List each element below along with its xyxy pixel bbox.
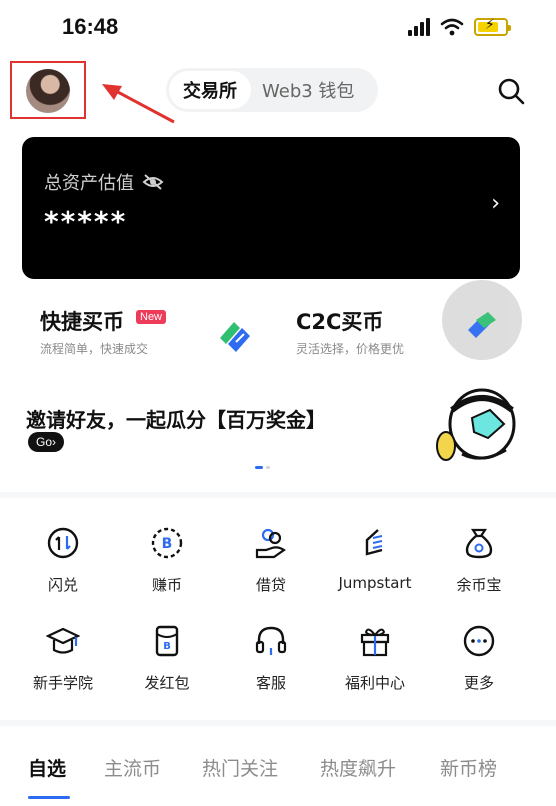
new-badge: New (136, 310, 167, 324)
section-divider (0, 492, 556, 498)
grid-item-earn[interactable]: B 赚币 (112, 526, 222, 595)
signal-icon (408, 18, 430, 36)
exchange-arrows-icon (468, 312, 496, 338)
red-packet-icon: B (155, 625, 179, 657)
eye-hidden-icon[interactable] (142, 173, 164, 191)
grid-item-support[interactable]: 客服 (216, 624, 326, 693)
floating-button[interactable] (442, 280, 522, 360)
buy-row: 快捷买币 New 流程简单，快速成交 C2C买币 灵活选择，价格更优 (22, 280, 522, 372)
wifi-icon (440, 18, 464, 36)
quick-buy-card[interactable]: 快捷买币 New 流程简单，快速成交 (22, 290, 272, 372)
grid-item-jumpstart[interactable]: Jumpstart (320, 526, 430, 592)
grid-label: 福利中心 (344, 674, 405, 692)
graduation-cap-icon (45, 627, 81, 654)
go-button[interactable]: Go› (28, 432, 65, 452)
status-time: 16:48 (62, 14, 119, 39)
grid-label: 更多 (463, 674, 494, 692)
grid-item-red-packet[interactable]: B 发红包 (112, 624, 222, 693)
tab-trending[interactable]: 热度飙升 (320, 754, 396, 781)
market-tabs: 自选 主流币 热门关注 热度飙升 新币榜 (0, 744, 556, 799)
carousel-dots (255, 466, 270, 469)
total-assets-label-row: 总资产估值 (44, 169, 164, 195)
avatar[interactable] (26, 69, 70, 113)
active-tab-indicator (28, 796, 70, 799)
jumpstart-icon (365, 529, 383, 556)
loan-icon (255, 528, 286, 559)
c2c-buy-subtitle: 灵活选择，价格更优 (296, 342, 405, 356)
cards-icon (220, 322, 250, 352)
grid-item-savings[interactable]: 余币宝 (424, 526, 534, 595)
total-assets-card[interactable]: 总资产估值 ***** › (22, 137, 520, 279)
more-icon (463, 625, 495, 657)
grid-label: 新手学院 (32, 674, 93, 692)
tab-web3-wallet[interactable]: Web3 钱包 (262, 68, 354, 112)
quick-buy-title: 快捷买币 (40, 310, 124, 334)
grid-label: Jumpstart (338, 574, 412, 592)
banner-title: 邀请好友，一起瓜分【百万奖金】 (26, 408, 326, 432)
savings-bag-icon (465, 528, 493, 559)
grid-label: 客服 (255, 674, 286, 692)
gift-icon (360, 628, 390, 657)
search-icon[interactable] (496, 76, 526, 106)
earn-coin-icon: B (151, 527, 183, 559)
grid-label: 闪兑 (47, 576, 78, 594)
svg-text:B: B (162, 536, 173, 552)
c2c-buy-title: C2C买币 (296, 310, 384, 334)
headset-icon (255, 626, 287, 655)
quick-buy-subtitle: 流程简单，快速成交 (40, 342, 149, 356)
chevron-right-icon: › (491, 191, 500, 216)
grid-label: 赚币 (151, 576, 182, 594)
grid-label: 借贷 (255, 576, 286, 594)
tab-new-listings[interactable]: 新币榜 (440, 754, 497, 781)
swap-icon (47, 527, 79, 559)
grid-item-benefits[interactable]: 福利中心 (320, 624, 430, 693)
treasure-chest-icon (436, 388, 516, 461)
avatar-highlight-box (10, 61, 86, 119)
total-assets-label: 总资产估值 (44, 173, 134, 194)
exchange-wallet-switch: 交易所 Web3 钱包 (166, 68, 378, 112)
tab-hot[interactable]: 热门关注 (202, 754, 278, 781)
svg-text:B: B (163, 641, 171, 652)
section-divider (0, 720, 556, 726)
tab-mainstream[interactable]: 主流币 (104, 754, 161, 781)
grid-item-swap[interactable]: 闪兑 (8, 526, 118, 595)
tab-exchange[interactable]: 交易所 (169, 71, 251, 109)
grid-label: 发红包 (144, 674, 190, 692)
status-bar: 16:48 ⚡ (0, 0, 556, 56)
grid-item-more[interactable]: 更多 (424, 624, 534, 693)
tab-favorites[interactable]: 自选 (28, 754, 66, 781)
grid-item-loan[interactable]: 借贷 (216, 526, 326, 595)
top-header: 交易所 Web3 钱包 (0, 56, 556, 128)
promo-banner[interactable]: 邀请好友，一起瓜分【百万奖金】 Go› (0, 378, 556, 478)
grid-label: 余币宝 (456, 576, 502, 594)
status-icons: ⚡ (408, 17, 511, 36)
total-assets-value: ***** (44, 205, 128, 238)
grid-item-academy[interactable]: 新手学院 (8, 624, 118, 693)
battery-icon: ⚡ (474, 17, 511, 36)
